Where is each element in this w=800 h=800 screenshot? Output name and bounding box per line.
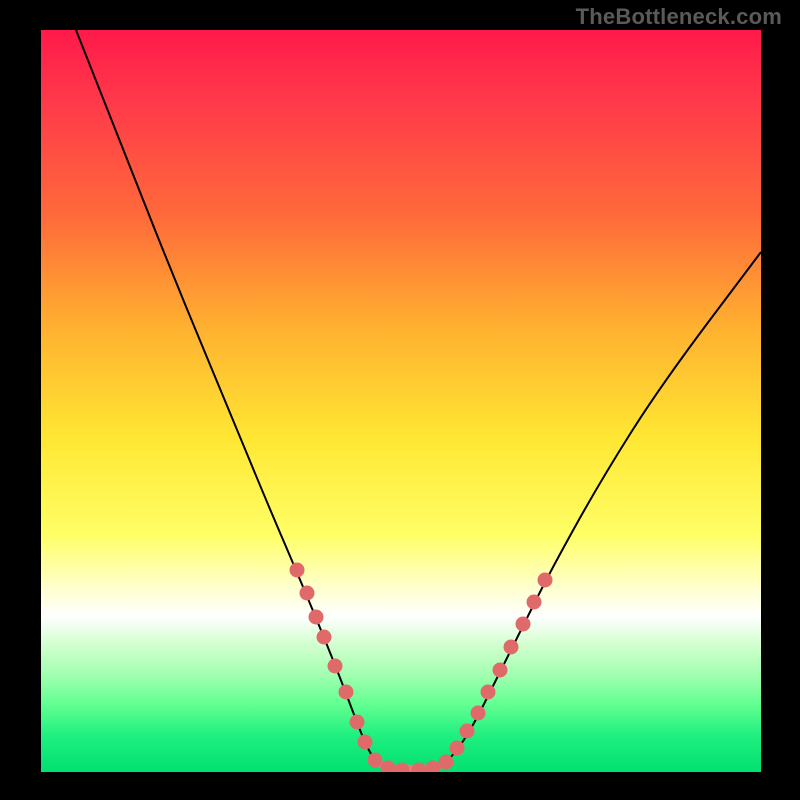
scatter-dot bbox=[339, 685, 354, 700]
scatter-dot bbox=[471, 706, 486, 721]
scatter-dot bbox=[450, 741, 465, 756]
scatter-dot bbox=[516, 617, 531, 632]
scatter-dot bbox=[504, 640, 519, 655]
scatter-dot bbox=[481, 685, 496, 700]
curve-left-branch bbox=[76, 30, 386, 770]
curve-lines bbox=[76, 30, 761, 770]
watermark-text: TheBottleneck.com bbox=[576, 4, 782, 30]
scatter-dot bbox=[527, 595, 542, 610]
scatter-dot bbox=[309, 610, 324, 625]
scatter-dots bbox=[290, 563, 553, 773]
bottleneck-chart-svg bbox=[41, 30, 761, 772]
scatter-dot bbox=[460, 724, 475, 739]
scatter-dot bbox=[493, 663, 508, 678]
scatter-dot bbox=[426, 761, 441, 773]
scatter-dot bbox=[538, 573, 553, 588]
scatter-dot bbox=[439, 755, 454, 770]
scatter-dot bbox=[328, 659, 343, 674]
scatter-dot bbox=[350, 715, 365, 730]
scatter-dot bbox=[395, 763, 410, 773]
scatter-dot bbox=[368, 753, 383, 768]
scatter-dot bbox=[300, 586, 315, 601]
scatter-dot bbox=[358, 735, 373, 750]
scatter-dot bbox=[412, 763, 427, 773]
scatter-dot bbox=[317, 630, 332, 645]
scatter-dot bbox=[290, 563, 305, 578]
